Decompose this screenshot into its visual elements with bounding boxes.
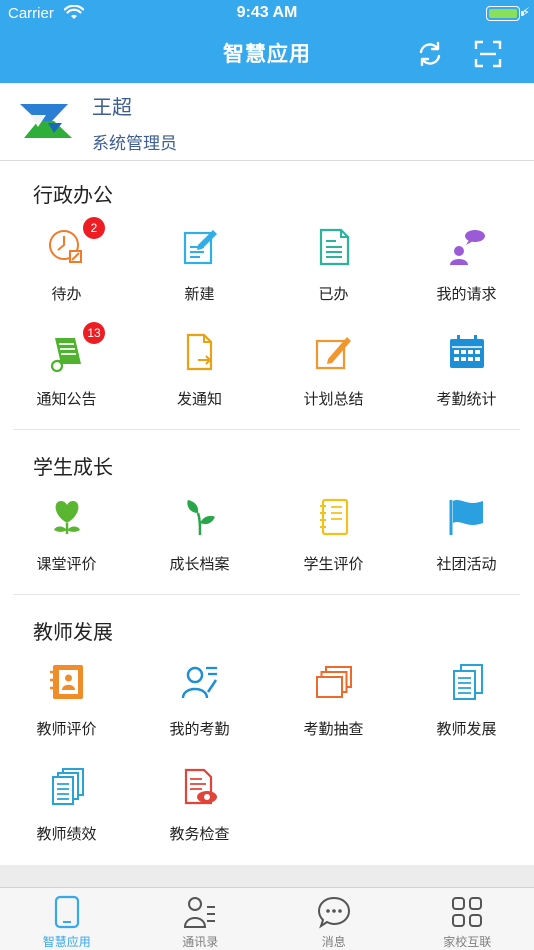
app-label: 发通知 (176, 390, 222, 408)
app-class-evaluation[interactable]: 课堂评价 (0, 497, 133, 597)
notebook-icon (319, 498, 348, 536)
app-my-attendance[interactable]: 我的考勤 (133, 662, 266, 762)
app-label: 我的请求 (436, 285, 497, 303)
app-growth-archive[interactable]: 成长档案 (133, 497, 266, 597)
app-label: 教师评价 (36, 720, 97, 738)
scan-icon[interactable] (474, 40, 502, 68)
top-navigation-bar: Carrier 9:43 AM ⚡ 智慧应用 (0, 0, 534, 83)
app-teacher-performance[interactable]: 教师绩效 (0, 767, 133, 867)
tablet-icon (54, 895, 79, 929)
user-chat-icon (449, 230, 485, 265)
notice-badge: 13 (83, 322, 105, 344)
user-name: 王超 (92, 95, 132, 119)
app-label: 成长档案 (169, 555, 230, 573)
app-my-request[interactable]: 我的请求 (400, 227, 533, 327)
send-file-icon (186, 333, 212, 371)
section-title-teacher: 教师发展 (33, 620, 113, 644)
chat-bubble-icon (317, 896, 350, 929)
tab-label: 智慧应用 (42, 935, 91, 949)
app-label: 通知公告 (36, 390, 97, 408)
app-label: 学生评价 (303, 555, 364, 573)
app-done[interactable]: 已办 (267, 227, 400, 327)
flag-icon (449, 500, 483, 535)
app-todo[interactable]: 2 待办 (0, 217, 133, 327)
app-student-evaluation[interactable]: 学生评价 (267, 497, 400, 597)
calendar-icon (449, 335, 484, 368)
app-label: 课堂评价 (36, 555, 97, 573)
status-time: 9:43 AM (236, 4, 298, 21)
app-label: 待办 (51, 285, 82, 303)
app-academic-inspection[interactable]: 教务检查 (133, 767, 266, 867)
app-teacher-evaluation[interactable]: 教师评价 (0, 662, 133, 762)
documents-icon (452, 664, 483, 700)
app-new[interactable]: 新建 (133, 227, 266, 327)
sprout-icon (186, 500, 215, 536)
contacts-icon (184, 897, 216, 928)
app-label: 社团活动 (436, 555, 497, 573)
todo-badge: 2 (83, 217, 105, 239)
checked-document-icon (319, 228, 349, 266)
tab-label: 家校互联 (443, 935, 492, 949)
tab-label: 通讯录 (182, 935, 219, 949)
app-teacher-development[interactable]: 教师发展 (400, 662, 533, 762)
app-club-activity[interactable]: 社团活动 (400, 497, 533, 597)
section-title-admin: 行政办公 (33, 183, 113, 207)
bottom-spacer (0, 865, 534, 887)
refresh-icon[interactable] (416, 40, 444, 68)
charging-icon: ⚡ (521, 5, 530, 19)
app-attendance-stats[interactable]: 考勤统计 (400, 332, 533, 432)
contact-book-icon (49, 665, 83, 699)
app-label: 新建 (184, 285, 215, 303)
tab-home-school[interactable]: 家校互联 (401, 888, 534, 950)
pencil-note-icon (315, 337, 351, 370)
user-profile[interactable]: 王超 系统管理员 (0, 83, 534, 161)
section-title-student: 学生成长 (33, 455, 113, 479)
app-label: 教师发展 (436, 720, 497, 738)
app-label: 考勤统计 (436, 390, 497, 408)
school-logo-icon (20, 104, 72, 138)
section-divider (13, 429, 520, 430)
stacked-cards-icon (315, 666, 352, 698)
heart-plant-icon (53, 501, 80, 534)
app-label: 教师绩效 (36, 825, 97, 843)
app-attendance-check[interactable]: 考勤抽查 (267, 662, 400, 762)
app-send-notice[interactable]: 发通知 (133, 332, 266, 432)
grid-apps-icon (452, 897, 483, 927)
page-title: 智慧应用 (223, 42, 311, 66)
tab-smart-apps[interactable]: 智慧应用 (0, 888, 134, 950)
app-grid: 行政办公 2 待办 新建 已办 我的请求 13 通知公告 发通知 计划总结 考勤… (0, 161, 534, 865)
app-plan-summary[interactable]: 计划总结 (267, 332, 400, 432)
app-label: 我的考勤 (169, 720, 230, 738)
app-label: 计划总结 (303, 390, 364, 408)
user-list-icon (181, 666, 217, 699)
status-bar: Carrier 9:43 AM ⚡ (0, 0, 534, 28)
scroll-notice-icon (50, 338, 81, 372)
app-label: 考勤抽查 (303, 720, 364, 738)
document-eye-icon (184, 768, 217, 805)
tab-contacts[interactable]: 通讯录 (134, 888, 268, 950)
user-role: 系统管理员 (92, 134, 177, 154)
app-label: 教务检查 (169, 825, 230, 843)
tab-label: 消息 (321, 935, 346, 949)
app-label: 已办 (318, 285, 349, 303)
section-divider (13, 594, 520, 595)
battery-icon (486, 6, 524, 21)
tab-bar: 智慧应用 通讯录 消息 家校互联 (0, 887, 534, 950)
tab-messages[interactable]: 消息 (267, 888, 401, 950)
edit-document-icon (183, 230, 217, 265)
files-stack-icon (51, 768, 84, 805)
app-notice[interactable]: 13 通知公告 (0, 322, 133, 432)
clock-icon (48, 230, 82, 263)
